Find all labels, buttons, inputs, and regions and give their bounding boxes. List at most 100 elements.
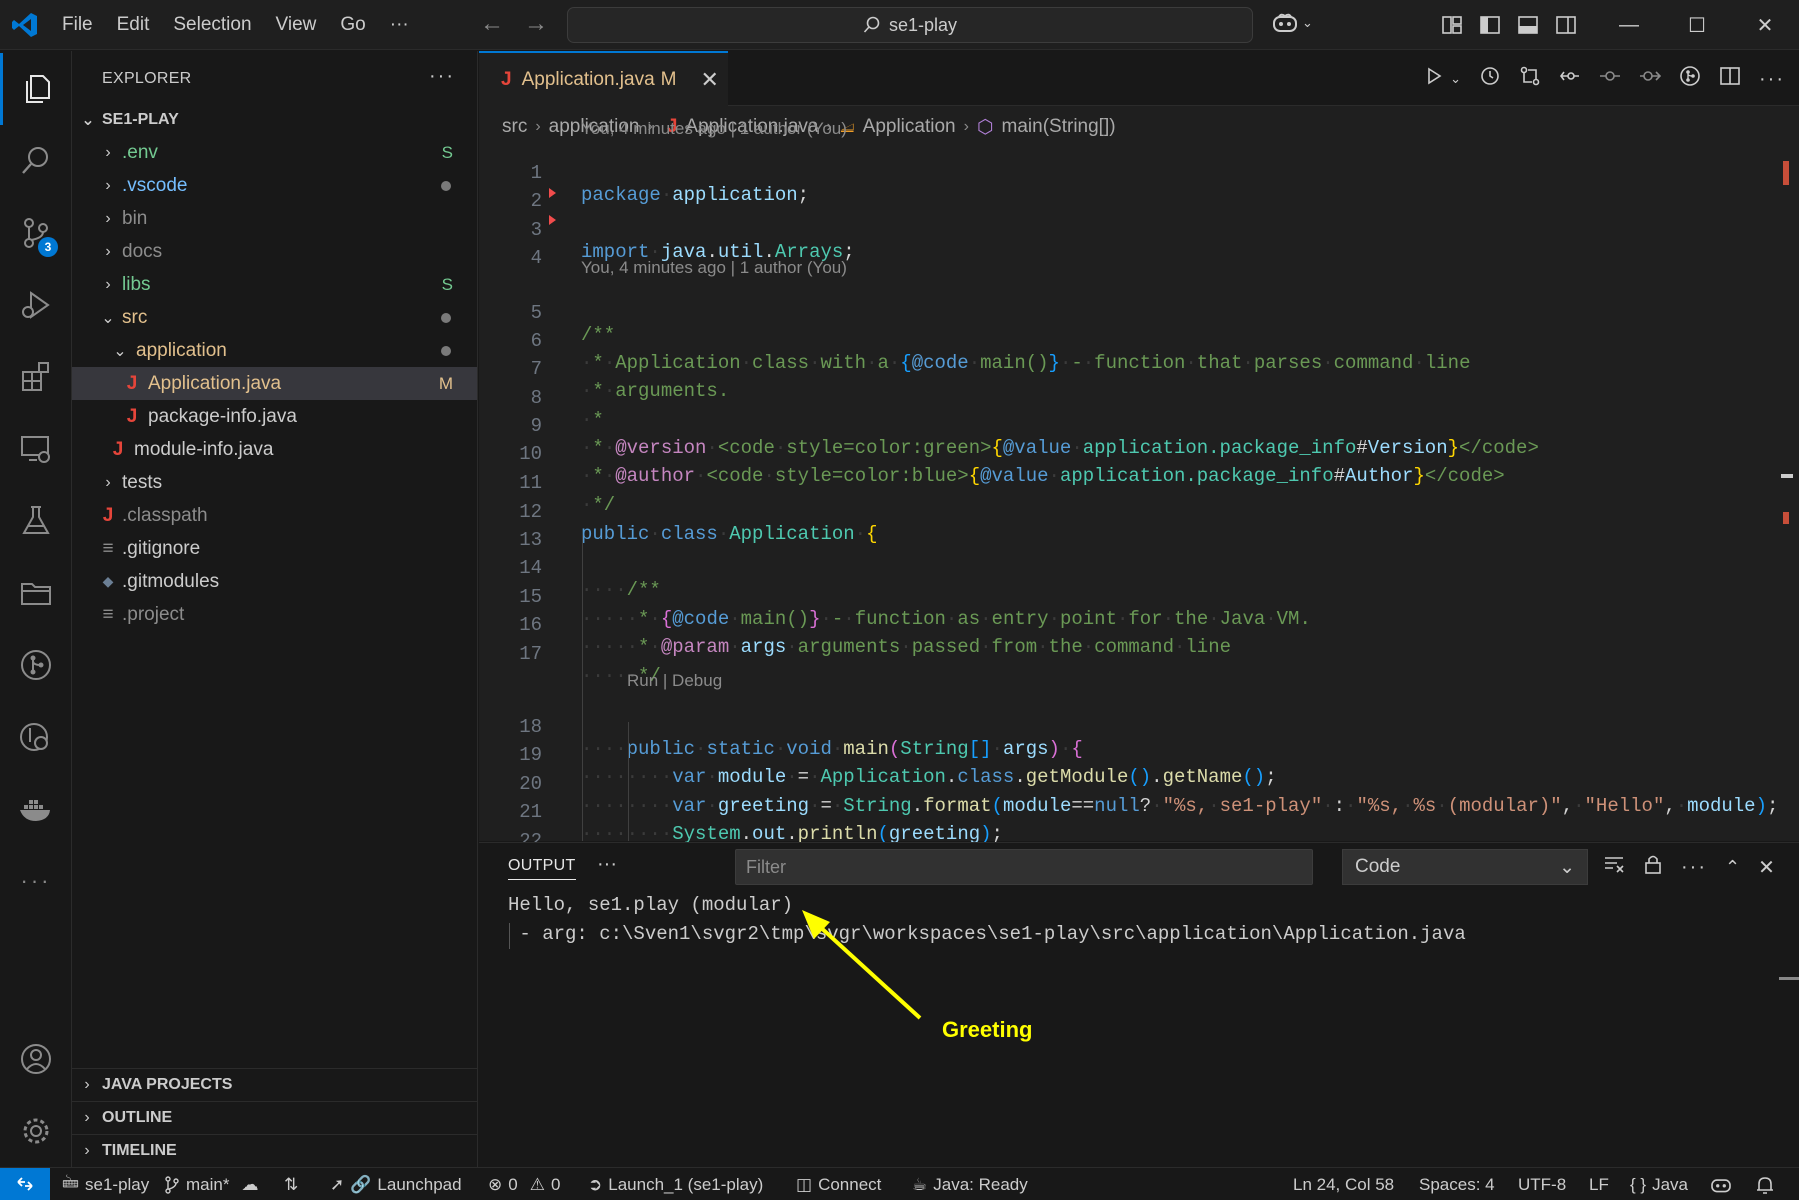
notifications-bell-icon[interactable] [1756,1168,1774,1200]
code-line[interactable]: 10 ·*·@author·<code·style=color:blue>{@v… [479,421,1799,487]
code-line[interactable]: 5 /** [479,280,1799,346]
breadcrumb-class[interactable]: Application [863,116,956,138]
code-line[interactable]: 1 package·application; [479,140,1799,206]
menu-edit[interactable]: Edit [105,14,162,36]
code-line[interactable]: 2 [479,168,1799,212]
run-debug-icon[interactable] [0,269,72,341]
tree-item-project[interactable]: ≡ .project [72,598,477,631]
maximize-panel-icon[interactable]: ⌃ [1725,857,1740,878]
close-panel-icon[interactable]: ✕ [1758,855,1775,880]
git-blame-codelens[interactable]: You, 4 minutes ago | 1 author (You) [581,258,847,278]
tree-item-classpath[interactable]: J .classpath [72,499,477,532]
settings-gear-icon[interactable] [0,1095,72,1167]
output-channel-select[interactable]: Code ⌄ [1342,849,1588,885]
section-outline[interactable]: › OUTLINE [72,1101,477,1134]
next-revision-icon[interactable] [1639,65,1662,93]
code-line[interactable]: 14 ····/** [479,535,1799,601]
code-line[interactable]: 6 ·*·Application·class·with·a·{@code·mai… [479,308,1799,374]
extensions-icon[interactable] [0,341,72,413]
history-icon[interactable] [1479,65,1501,93]
copilot-status-icon[interactable] [1710,1168,1732,1200]
back-arrow-icon[interactable]: ← [480,10,504,38]
code-line[interactable]: 16 ·····*·@param·args·arguments·passed·f… [479,592,1799,658]
status-indentation[interactable]: Spaces: 4 [1419,1168,1495,1200]
remote-indicator-icon[interactable] [0,1167,50,1200]
search-icon[interactable] [0,125,72,197]
tree-item-gitmodules[interactable]: ◆ .gitmodules [72,565,477,598]
tree-item-vscode[interactable]: › .vscode [72,169,477,202]
close-tab-icon[interactable]: ✕ [701,67,719,93]
panel-actions-more-icon[interactable]: ··· [1681,856,1707,879]
forward-arrow-icon[interactable]: → [524,10,548,38]
tree-item-gitignore[interactable]: ≡ .gitignore [72,532,477,565]
code-line[interactable]: 13 [479,507,1799,551]
tree-item-src[interactable]: ⌄ src [72,301,477,334]
toggle-panel-icon[interactable] [1517,14,1539,36]
code-line[interactable]: 4 [479,225,1799,269]
tree-item-docs[interactable]: › docs [72,235,477,268]
code-line[interactable]: 19 ········var·module·=·Application.clas… [479,722,1799,788]
gitlens-inspect-icon[interactable] [0,701,72,773]
toggle-primary-sidebar-icon[interactable] [1479,14,1501,36]
tree-item-env[interactable]: › .env S [72,136,477,169]
status-launch-config[interactable]: ➲ Launch_1 (se1-play) [588,1168,763,1200]
chevron-down-icon[interactable]: ⌄ [1450,71,1461,87]
panel-more-icon[interactable]: ··· [597,853,617,876]
code-line[interactable]: 9 ·*·@version·<code·style=color:green>{@… [479,393,1799,459]
breadcrumb-src[interactable]: src [502,116,527,138]
toggle-secondary-sidebar-icon[interactable] [1555,14,1577,36]
status-eol[interactable]: LF [1589,1168,1609,1200]
menu-file[interactable]: File [50,14,105,36]
explorer-icon[interactable] [0,53,72,125]
tree-item-libs[interactable]: › libs S [72,268,477,301]
code-line[interactable]: 22 [479,808,1799,852]
compare-changes-icon[interactable] [1519,65,1541,93]
menu-view[interactable]: View [264,14,329,36]
docker-icon[interactable] [0,773,72,845]
status-language[interactable]: { } Java [1630,1168,1688,1200]
explorer-more-icon[interactable]: ··· [429,65,455,88]
command-center-search[interactable]: se1-play [567,7,1253,43]
section-timeline[interactable]: › TIMELINE [72,1134,477,1167]
code-line[interactable]: 8 ·* [479,365,1799,431]
status-java[interactable]: ☕ Java: Ready [912,1168,1028,1200]
code-line[interactable]: 3 import·java.util.Arrays; [479,197,1799,263]
minimize-icon[interactable]: — [1595,0,1663,50]
code-line[interactable]: 17 ·····*/ [479,621,1799,687]
previous-revision-icon[interactable] [1599,65,1621,93]
status-project[interactable]: 🖮 se1-play [62,1168,149,1200]
testing-flask-icon[interactable] [0,485,72,557]
tree-item-application[interactable]: ⌄ application [72,334,477,367]
status-launchpad[interactable]: ➚ 🔗 Launchpad [330,1168,462,1200]
status-connect[interactable]: ◫ Connect [796,1168,881,1200]
copilot-menu[interactable]: ⌄ [1272,12,1313,34]
panel-tab-output[interactable]: OUTPUT [508,857,576,880]
git-graph-icon[interactable] [0,629,72,701]
code-line[interactable]: 20 ········var·greeting·=·String.format(… [479,751,1799,817]
clear-output-icon[interactable] [1603,853,1625,881]
tree-item-tests[interactable]: › tests [72,466,477,499]
code-line[interactable]: 12 public·class·Application·{ [479,479,1799,545]
more-actions-icon[interactable]: ··· [1759,68,1785,91]
source-control-icon[interactable]: 3 [0,197,72,269]
git-blame-codelens[interactable]: You, 4 minutes ago | 1 author (You) [581,119,847,139]
code-line[interactable]: 21 ········System.out.println(greeting); [479,779,1799,845]
menu-more[interactable]: ··· [378,14,421,36]
code-line[interactable]: 18 ····public·static·void·main(String[]·… [479,694,1799,760]
run-java-icon[interactable] [1424,66,1444,92]
tree-item-bin[interactable]: › bin [72,202,477,235]
open-changes-icon[interactable] [1559,65,1581,93]
more-views-icon[interactable]: ··· [0,845,72,917]
menu-selection[interactable]: Selection [161,14,263,36]
output-filter-input[interactable]: Filter [735,849,1313,885]
status-problems[interactable]: ⊗ 0 ⚠ 0 [488,1168,560,1200]
customize-layout-icon[interactable] [1441,14,1463,36]
sync-cloud-icon[interactable]: ☁ [241,1175,258,1195]
git-compare-icon[interactable]: ⇅ [284,1168,298,1200]
accounts-icon[interactable] [0,1023,72,1095]
section-java-projects[interactable]: › JAVA PROJECTS [72,1068,477,1101]
status-cursor-position[interactable]: Ln 24, Col 58 [1293,1168,1394,1200]
code-line[interactable]: 15 ·····*·{@code·main()}·-·function·as·e… [479,564,1799,630]
tree-item-application-java[interactable]: J Application.java M [72,367,477,400]
folder-icon[interactable] [0,557,72,629]
